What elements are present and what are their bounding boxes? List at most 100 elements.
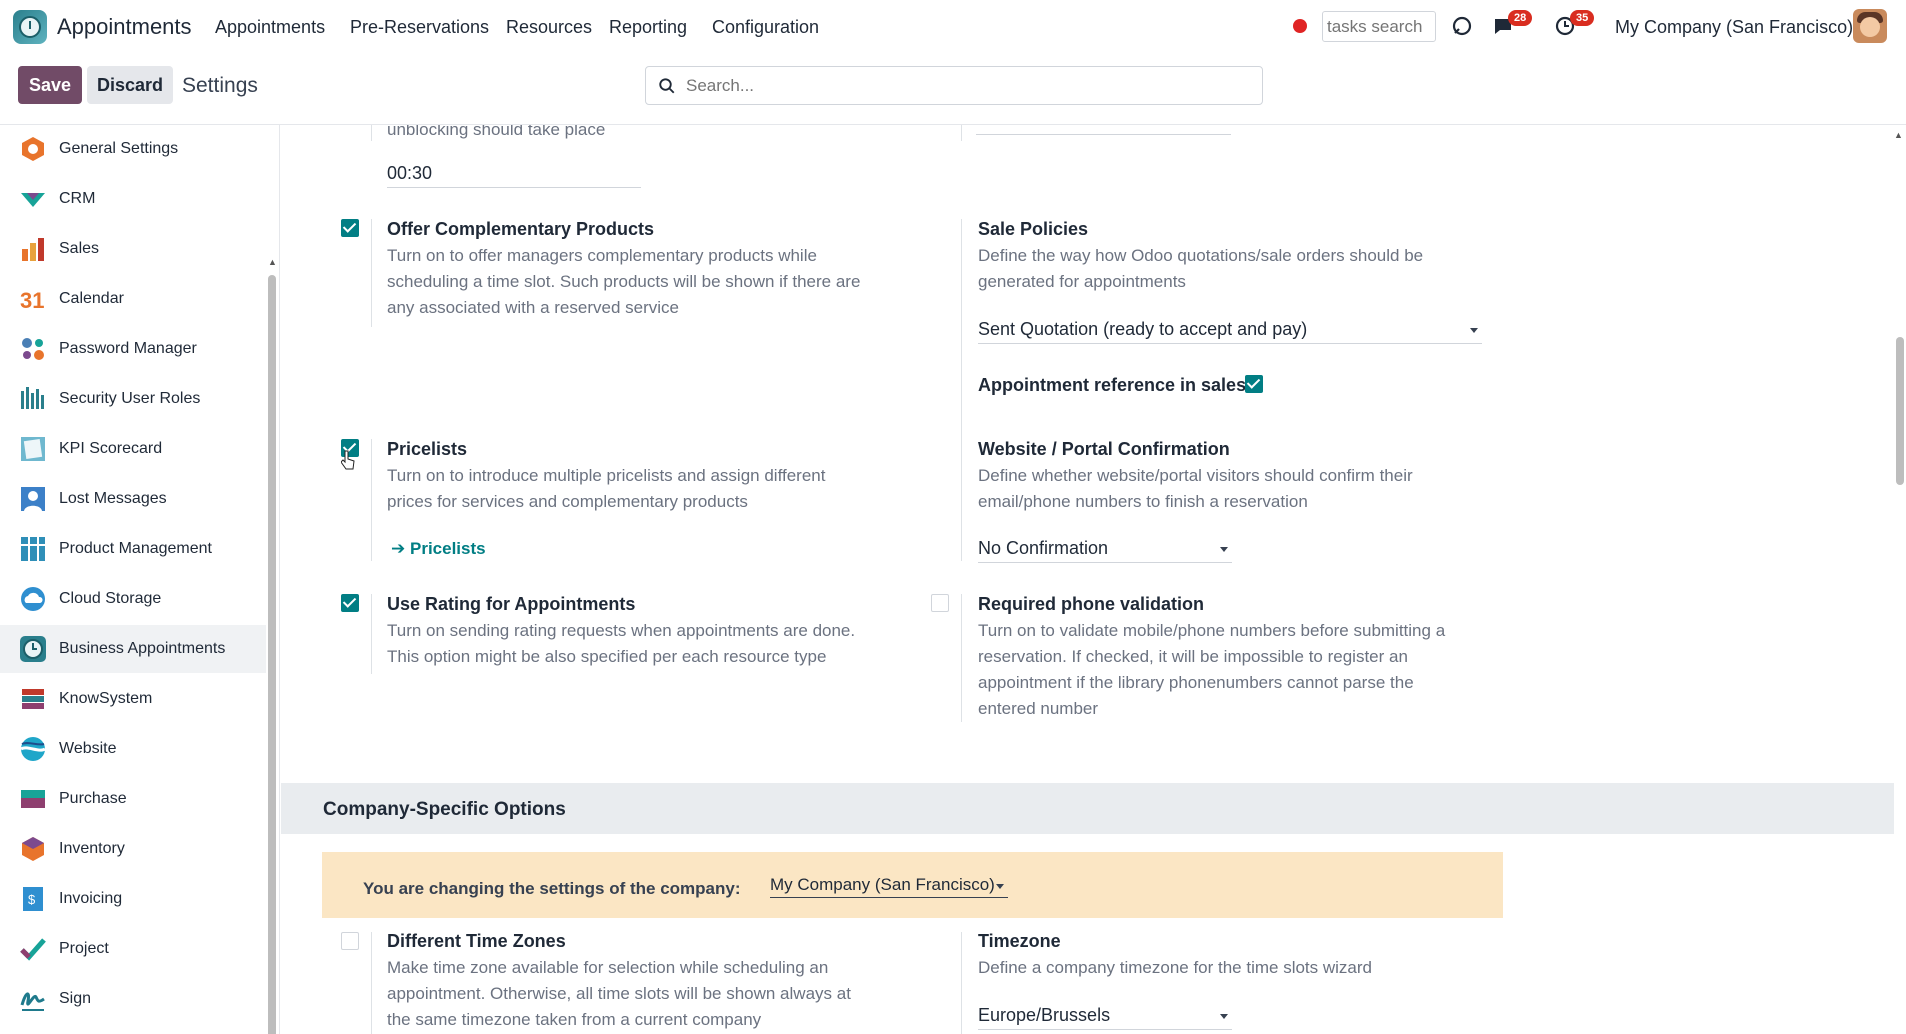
sidebar-item-project[interactable]: Project <box>0 925 266 973</box>
sidebar-item-inventory[interactable]: Inventory <box>0 825 266 873</box>
company-select[interactable]: My Company (San Francisco) <box>770 875 1008 898</box>
sidebar-item-cloud-storage[interactable]: Cloud Storage <box>0 575 266 623</box>
purchase-icon <box>21 790 45 808</box>
unblocking-time-field[interactable]: 00:30 <box>387 163 641 188</box>
offer-complementary-description: Turn on to offer managers complementary … <box>387 246 861 317</box>
sale-policies-select[interactable]: Sent Quotation (ready to accept and pay) <box>978 319 1482 344</box>
sidebar-item-product-management[interactable]: Product Management <box>0 525 266 573</box>
sidebar-item-security-user-roles[interactable]: Security User Roles <box>0 375 266 423</box>
time-zones-checkbox[interactable] <box>341 932 359 950</box>
sidebar-item-purchase[interactable]: Purchase <box>0 775 266 823</box>
pricelists-description: Turn on to introduce multiple pricelists… <box>387 466 826 511</box>
sidebar-item-business-appointments[interactable]: Business Appointments <box>0 625 266 673</box>
row-divider <box>371 932 372 1034</box>
menu-pre-reservations[interactable]: Pre-Reservations <box>350 17 489 38</box>
appointment-reference-label: Appointment reference in sales <box>978 375 1247 395</box>
sales-icon <box>22 238 44 261</box>
pricelists-link[interactable]: ➔ Pricelists <box>391 539 486 559</box>
menu-reporting[interactable]: Reporting <box>609 17 687 38</box>
main-scroll-up-icon[interactable]: ▲ <box>1894 130 1903 140</box>
timezone-select[interactable]: Europe/Brussels <box>978 1005 1232 1030</box>
main-scrollbar[interactable] <box>1896 337 1904 485</box>
discard-button[interactable]: Discard <box>87 66 173 104</box>
timezone-title: Timezone <box>978 931 1061 951</box>
sidebar-item-sign[interactable]: Sign <box>0 975 266 1023</box>
business-appointments-icon <box>20 636 46 662</box>
phone-validation-checkbox[interactable] <box>931 594 949 612</box>
section-title: Company-Specific Options <box>323 799 566 820</box>
general-settings-icon <box>22 137 44 161</box>
chevron-down-icon <box>1470 328 1478 333</box>
partial-field[interactable] <box>976 125 1231 135</box>
user-avatar[interactable] <box>1853 9 1887 43</box>
sidebar-item-kpi-scorecard[interactable]: KPI Scorecard <box>0 425 266 473</box>
password-manager-icon <box>22 338 44 360</box>
appointment-reference-checkbox[interactable] <box>1245 375 1263 393</box>
invoicing-icon: $ <box>23 887 43 911</box>
phone-validation-description: Turn on to validate mobile/phone numbers… <box>978 621 1446 718</box>
row-divider <box>961 439 962 561</box>
row-divider <box>961 594 962 722</box>
time-zones-description: Make time zone available for selection w… <box>387 958 851 1029</box>
lost-messages-icon <box>21 487 45 511</box>
calendar-icon: 31 <box>20 288 44 313</box>
partial-description: unblocking should take place <box>387 125 606 139</box>
sale-policies-description: Define the way how Odoo quotations/sale … <box>978 246 1424 291</box>
time-zones-title: Different Time Zones <box>387 931 566 951</box>
activities-badge: 35 <box>1570 10 1595 26</box>
row-divider <box>961 219 962 447</box>
menu-resources[interactable]: Resources <box>506 17 592 38</box>
product-management-icon <box>21 537 45 561</box>
offer-complementary-title: Offer Complementary Products <box>387 219 655 239</box>
pricelists-title: Pricelists <box>387 439 468 459</box>
chevron-down-icon <box>996 884 1004 889</box>
website-confirmation-title: Website / Portal Confirmation <box>978 439 1230 459</box>
recording-dot-icon[interactable] <box>1293 19 1307 33</box>
menu-configuration[interactable]: Configuration <box>712 17 819 38</box>
breadcrumb: Settings <box>182 74 258 97</box>
sidebar-scrollbar[interactable] <box>268 275 276 1034</box>
cloud-storage-icon <box>21 587 45 611</box>
appointments-app-icon[interactable] <box>13 10 47 44</box>
sale-policies-title: Sale Policies <box>978 219 1089 239</box>
inventory-icon <box>22 837 44 861</box>
sidebar-item-crm[interactable]: CRM <box>0 175 266 223</box>
sidebar-item-general-settings[interactable]: General Settings <box>0 125 266 173</box>
sidebar-item-calendar[interactable]: 31 Calendar <box>0 275 266 323</box>
menu-appointments[interactable]: Appointments <box>215 17 325 38</box>
save-button[interactable]: Save <box>18 66 82 104</box>
offer-complementary-checkbox[interactable] <box>341 219 359 237</box>
website-confirmation-description: Define whether website/portal visitors s… <box>978 466 1413 511</box>
app-title[interactable]: Appointments <box>57 14 192 40</box>
refresh-icon[interactable] <box>1450 14 1474 38</box>
row-divider <box>961 125 962 141</box>
crm-icon <box>21 193 45 207</box>
sidebar-item-invoicing[interactable]: $ Invoicing <box>0 875 266 923</box>
sidebar-item-password-manager[interactable]: Password Manager <box>0 325 266 373</box>
company-switcher[interactable]: My Company (San Francisco) <box>1615 17 1853 38</box>
row-divider <box>371 219 372 327</box>
settings-sidebar: General Settings CRM Sales 31 Calendar P… <box>0 125 280 1034</box>
sign-icon <box>20 992 45 1011</box>
use-rating-title: Use Rating for Appointments <box>387 594 636 614</box>
use-rating-description: Turn on sending rating requests when app… <box>387 621 856 666</box>
sidebar-item-sales[interactable]: Sales <box>0 225 266 273</box>
use-rating-checkbox[interactable] <box>341 594 359 612</box>
row-divider <box>961 932 962 1034</box>
sidebar-scroll-up-icon[interactable]: ▲ <box>268 257 277 267</box>
sidebar-item-knowsystem[interactable]: KnowSystem <box>0 675 266 723</box>
svg-text:$: $ <box>28 892 36 907</box>
sidebar-item-lost-messages[interactable]: Lost Messages <box>0 475 266 523</box>
search-input[interactable] <box>686 75 1246 96</box>
timezone-description: Define a company timezone for the time s… <box>978 958 1373 977</box>
project-icon <box>20 938 46 961</box>
banner-label: You are changing the settings of the com… <box>363 879 741 898</box>
sidebar-item-website[interactable]: Website <box>0 725 266 773</box>
search-bar[interactable] <box>645 66 1263 105</box>
tasks-search-input[interactable] <box>1322 11 1436 42</box>
phone-validation-title: Required phone validation <box>978 594 1205 614</box>
knowsystem-icon <box>22 689 44 709</box>
company-banner: You are changing the settings of the com… <box>322 852 1503 918</box>
hand-cursor-icon <box>341 450 355 470</box>
website-confirmation-select[interactable]: No Confirmation <box>978 538 1232 563</box>
